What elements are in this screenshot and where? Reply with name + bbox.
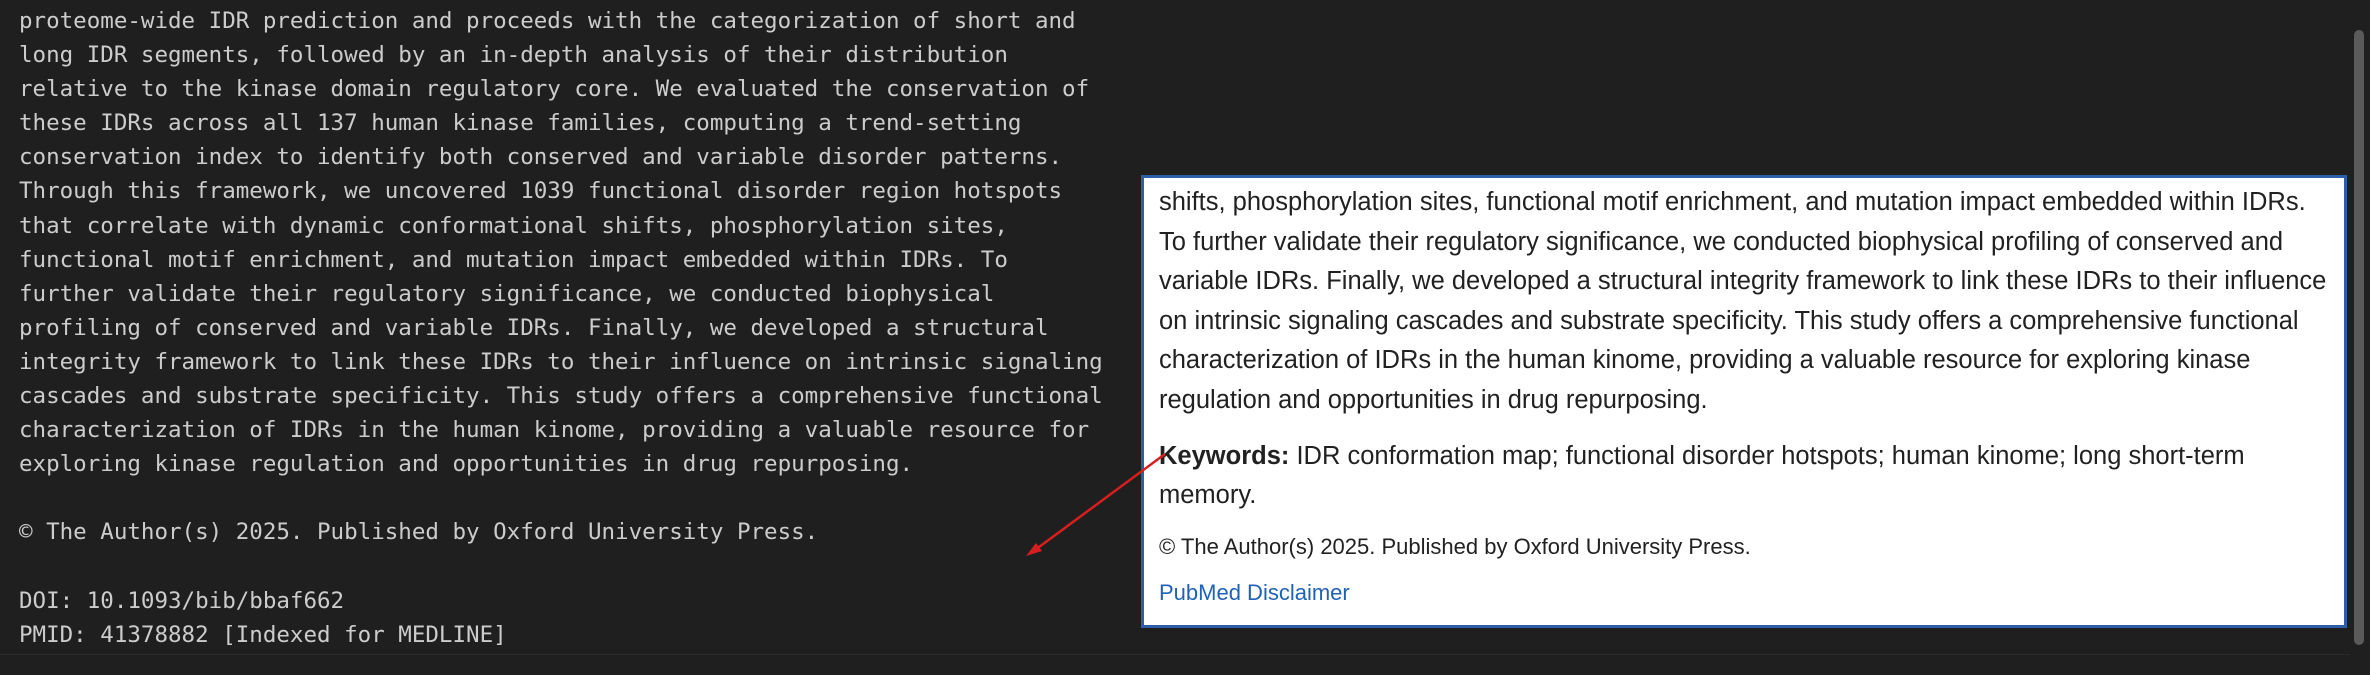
editor-line: these IDRs across all 137 human kinase f…	[19, 110, 1022, 137]
abstract-popup: shifts, phosphorylation sites, functiona…	[1141, 175, 2347, 628]
editor-line: conservation index to identify both cons…	[19, 144, 1063, 171]
editor-line: long IDR segments, followed by an in-dep…	[19, 42, 1008, 69]
editor-line: functional motif enrichment, and mutatio…	[19, 246, 1008, 273]
pubmed-disclaimer-link[interactable]: PubMed Disclaimer	[1159, 578, 1350, 608]
editor-line: integrity framework to link these IDRs t…	[19, 348, 1103, 375]
keywords-label: Keywords:	[1159, 441, 1290, 470]
editor-line: profiling of conserved and variable IDRs…	[19, 314, 1049, 341]
keywords-text: IDR conformation map; functional disorde…	[1159, 441, 2245, 510]
editor-line-doi: DOI: 10.1093/bib/bbaf662	[19, 587, 345, 614]
editor-line: relative to the kinase domain regulatory…	[19, 76, 1090, 103]
popup-content: shifts, phosphorylation sites, functiona…	[1159, 183, 2334, 608]
editor-line: proteome-wide IDR prediction and proceed…	[19, 8, 1076, 34]
editor-line: exploring kinase regulation and opportun…	[19, 451, 914, 478]
abstract-text: shifts, phosphorylation sites, functiona…	[1159, 188, 2327, 414]
editor-line: further validate their regulatory signif…	[19, 280, 995, 307]
horizontal-scrollbar-track[interactable]	[0, 654, 2350, 675]
editor-line: cascades and substrate specificity. This…	[19, 383, 1103, 410]
editor-line: characterization of IDRs in the human ki…	[19, 417, 1090, 444]
editor-line-pmid: PMID: 41378882 [Indexed for MEDLINE]	[19, 621, 507, 648]
editor-line: Through this framework, we uncovered 103…	[19, 178, 1063, 205]
popup-copyright: © The Author(s) 2025. Published by Oxfor…	[1159, 533, 1751, 559]
editor-line: © The Author(s) 2025. Published by Oxfor…	[19, 519, 819, 546]
editor-line: that correlate with dynamic conformation…	[19, 212, 1008, 239]
vertical-scrollbar-thumb[interactable]	[2354, 30, 2364, 645]
editor-text-area[interactable]: proteome-wide IDR prediction and proceed…	[19, 4, 1159, 652]
keywords-paragraph: Keywords: IDR conformation map; function…	[1159, 437, 2334, 516]
